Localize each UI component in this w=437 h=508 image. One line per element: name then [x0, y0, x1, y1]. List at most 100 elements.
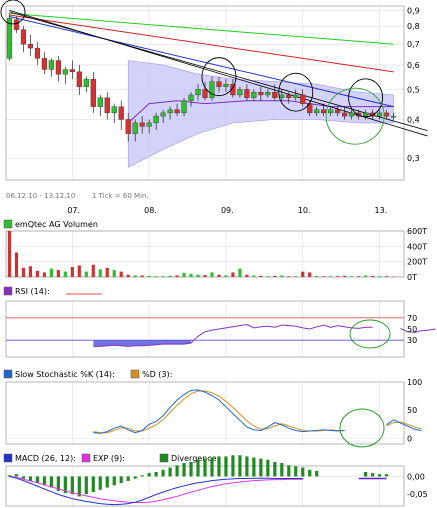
stoch-ytick-label: 100 [407, 378, 422, 387]
div-swatch [159, 453, 169, 463]
divergence-bar [203, 458, 207, 477]
candle-body [272, 91, 278, 98]
volume-bar [154, 276, 158, 277]
candle-body [390, 115, 397, 118]
volume-bar [287, 276, 291, 277]
stoch-ytick-label: 50 [407, 406, 417, 415]
volume-bar [91, 264, 95, 277]
rsi-ytick-label: 70 [407, 314, 417, 323]
candle-body [153, 115, 159, 124]
divergence-bar [231, 455, 235, 477]
divergence-bar [245, 456, 249, 477]
price-ytick-label: 0,3 [407, 154, 420, 163]
volume-bar [363, 275, 368, 277]
price-ytick-label: 0,6 [407, 61, 420, 70]
candle-body [314, 109, 320, 114]
candle-body [321, 109, 327, 114]
candle-body [97, 97, 103, 107]
volume-bar [252, 275, 256, 277]
candle-body [139, 122, 145, 127]
volume-bar [259, 275, 263, 277]
volume-bar [133, 275, 137, 277]
volume-bar [7, 231, 12, 277]
candle-body [258, 91, 264, 96]
candle-body [48, 60, 54, 70]
volume-ytick-label: 600T [407, 227, 427, 236]
candle-body [286, 94, 292, 98]
macd-title: MACD (26, 12): [15, 454, 76, 463]
volume-bar [126, 274, 130, 277]
divergence-bar [370, 473, 375, 477]
volume-ytick-label: 200T [407, 258, 427, 267]
candle-body [335, 109, 341, 114]
candle-body [76, 71, 82, 87]
volume-ytick-label: 400T [407, 242, 427, 251]
stoch-d-swatch [130, 369, 140, 379]
divergence-bar [84, 476, 88, 495]
candle-body [362, 112, 369, 117]
divergence-bar [377, 474, 382, 477]
volume-bar [231, 272, 235, 277]
volume-bar [245, 274, 249, 277]
divergence-bar [252, 457, 256, 477]
macd-ytick-label: -0,05 [407, 490, 428, 499]
volume-bar [203, 275, 207, 277]
candle-body [349, 112, 355, 117]
exp-swatch [81, 453, 91, 463]
macd-swatch [3, 453, 13, 463]
stoch-k-swatch [3, 369, 13, 379]
rsi-ytick-label: 30 [407, 336, 417, 345]
volume-bar [343, 275, 347, 277]
volume-bar [273, 275, 277, 277]
candle-body [111, 106, 117, 114]
volume-bar [377, 276, 382, 277]
divergence-bar [182, 463, 186, 477]
price-ytick-label: 0,8 [407, 22, 420, 31]
volume-bar [196, 274, 200, 277]
candle-body [342, 112, 348, 117]
divergence-bar [91, 476, 95, 493]
stoch-k-title: Slow Stochastic %K (14): [15, 370, 115, 379]
volume-bar [315, 275, 319, 277]
candle-body [160, 112, 166, 117]
volume-bar [322, 276, 326, 277]
volume-bar [140, 275, 144, 277]
volume-bar [49, 268, 53, 277]
candle-body [181, 100, 187, 114]
x-tick-label: 09. [221, 206, 234, 215]
x-tick-label: 07. [67, 206, 80, 215]
divergence-bar [21, 476, 26, 479]
candle-body [293, 94, 299, 98]
candle-body [265, 91, 271, 96]
divergence-bar [210, 457, 214, 477]
volume-bar [238, 268, 242, 277]
stock-chart: 0,90,80,70,60,50,40,3 07. 08. 09. 10. 13. 06… [0, 0, 437, 508]
divergence-bar [217, 456, 221, 477]
divergence-bar [273, 461, 277, 477]
divergence-bar [49, 476, 53, 488]
candle-body [279, 94, 285, 98]
x-tick-label: 08. [144, 206, 157, 215]
period-label: 06.12.10 - 13.12.10 [6, 192, 75, 200]
divergence-bar [287, 465, 291, 477]
exp-title: EXP (9): [93, 454, 125, 463]
candle-body [27, 44, 34, 49]
volume-bar [266, 276, 270, 277]
candle-body [167, 109, 173, 114]
divergence-bar [98, 476, 102, 490]
volume-bar [105, 267, 109, 277]
volume-bar [161, 276, 165, 277]
candle-body [209, 81, 215, 98]
candle-body [34, 47, 41, 59]
volume-legend-swatch [3, 219, 13, 229]
volume-ytick-label: 0T [407, 273, 417, 282]
candle-body [328, 109, 334, 114]
volume-bar [84, 271, 88, 277]
candle-body [55, 60, 61, 75]
volume-bar [175, 275, 179, 277]
divergence-bar [105, 476, 109, 488]
candle-body [83, 78, 89, 87]
divergence-bar [294, 466, 298, 477]
divergence-bar [189, 461, 193, 477]
volume-bar [112, 270, 116, 277]
